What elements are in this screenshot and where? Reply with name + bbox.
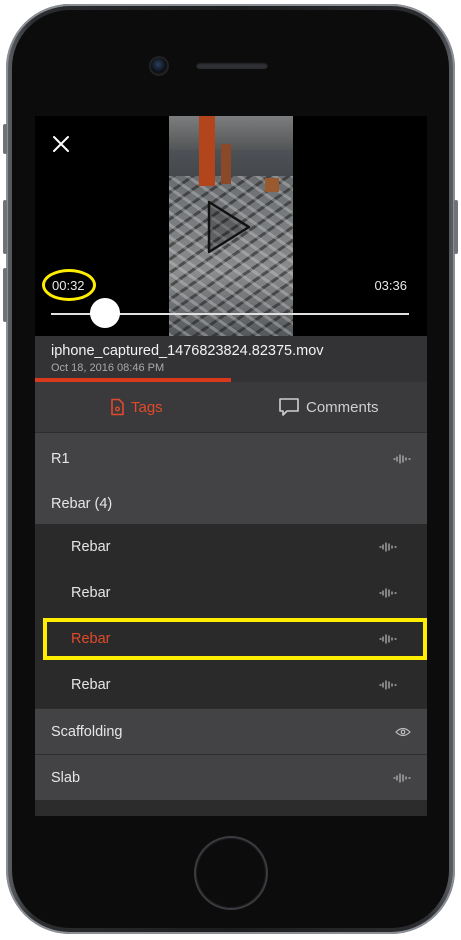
tag-label: Slab — [51, 769, 81, 786]
tab-tags[interactable]: Tags — [109, 382, 163, 432]
home-button[interactable] — [196, 838, 266, 908]
seek-thumb[interactable] — [89, 298, 120, 328]
play-icon[interactable] — [205, 198, 253, 256]
tab-comments[interactable]: Comments — [278, 382, 379, 432]
volume-down-button — [3, 268, 7, 322]
comment-icon — [279, 398, 299, 416]
tag-label: Rebar — [71, 585, 111, 601]
tab-comments-label: Comments — [306, 398, 379, 416]
selection-highlight — [43, 618, 427, 660]
audio-waveform-icon — [393, 453, 411, 464]
rebar-group: Rebar (4) Rebar Rebar Rebar Rebar — [35, 484, 427, 708]
audio-waveform-icon — [379, 680, 397, 690]
tag-label: Rebar — [71, 677, 111, 693]
tag-row-rebar-3-selected[interactable]: Rebar — [35, 616, 427, 662]
tab-tags-label: Tags — [131, 398, 163, 416]
front-camera — [151, 58, 167, 74]
audio-waveform-icon — [379, 542, 397, 552]
file-name: iphone_captured_1476823824.82375.mov — [51, 343, 324, 359]
close-icon[interactable] — [51, 134, 71, 154]
tag-label: Scaffolding — [51, 723, 123, 740]
power-button — [454, 200, 458, 254]
mute-switch — [3, 124, 7, 154]
file-info: iphone_captured_1476823824.82375.mov Oct… — [35, 336, 427, 380]
tag-row-r1[interactable]: R1 — [35, 432, 427, 484]
audio-waveform-icon — [393, 772, 411, 783]
current-time: 00:32 — [52, 278, 85, 293]
tag-list: R1 Rebar (4) Rebar Rebar Rebar Rebar Sca… — [35, 432, 427, 800]
tag-group-label: Rebar (4) — [51, 496, 113, 512]
earpiece-speaker — [196, 62, 268, 69]
tag-row-rebar-1[interactable]: Rebar — [35, 524, 427, 570]
duration: 03:36 — [374, 278, 407, 293]
audio-waveform-icon — [379, 634, 397, 644]
eye-icon — [395, 727, 411, 736]
tag-row-rebar-2[interactable]: Rebar — [35, 570, 427, 616]
video-player[interactable]: 00:32 03:36 — [35, 116, 427, 336]
tag-row-scaffolding[interactable]: Scaffolding — [35, 708, 427, 754]
tag-row-rebar-4[interactable]: Rebar — [35, 662, 427, 708]
screen: 00:32 03:36 iphone_captured_1476823824.8… — [35, 116, 427, 816]
audio-waveform-icon — [379, 588, 397, 598]
tag-label: Rebar — [71, 539, 111, 555]
tag-icon — [111, 398, 124, 416]
tag-row-rebar-group[interactable]: Rebar (4) — [35, 484, 427, 524]
file-date: Oct 18, 2016 08:46 PM — [51, 362, 165, 374]
volume-up-button — [3, 200, 7, 254]
tag-row-slab[interactable]: Slab — [35, 754, 427, 800]
tab-bar: Tags Comments — [35, 382, 427, 432]
tag-label: R1 — [51, 450, 70, 467]
